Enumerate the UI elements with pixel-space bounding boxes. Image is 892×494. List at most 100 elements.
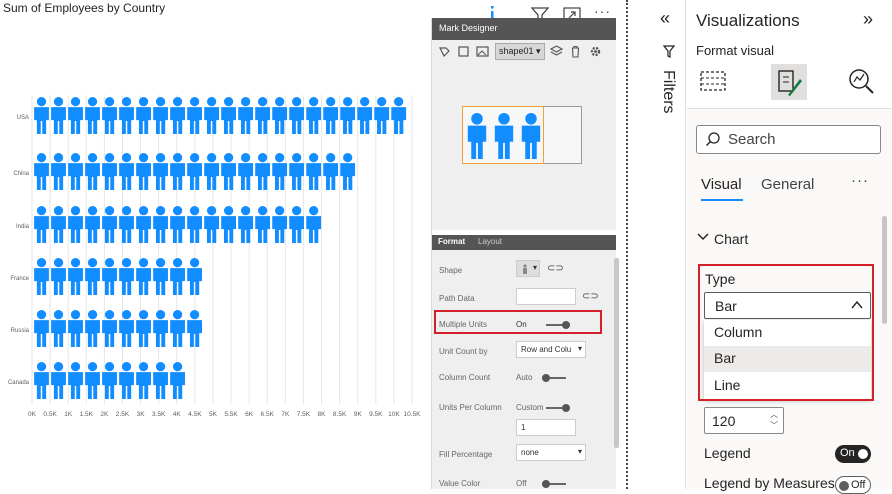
x-tick-label: 5K [209, 411, 218, 418]
preview-person [521, 113, 541, 159]
units-per-column-input[interactable]: 1 [516, 419, 576, 436]
x-tick-label: 4.5K [188, 411, 202, 418]
x-tick-label: 8.5K [333, 411, 347, 418]
column-count-label: Column Count [439, 373, 491, 382]
units-per-column-label: Units Per Column [439, 403, 502, 412]
unit-count-by-select[interactable]: Row and Colu ▾ [516, 341, 586, 358]
chevrons-right-icon[interactable]: » [863, 9, 873, 30]
mark-designer-scrollbar[interactable] [614, 258, 619, 448]
active-tab-indicator [701, 199, 743, 201]
fill-percentage-value: none [521, 448, 539, 457]
visualizations-title: Visualizations [696, 11, 800, 30]
format-properties: Shape ▾ ⊂⊃ Path Data ⊂⊃ Multiple Units O… [432, 250, 616, 489]
shape-select[interactable]: shape01 ▾ [495, 43, 545, 60]
chevron-down-icon[interactable] [697, 232, 709, 245]
legend-label: Legend [704, 445, 751, 461]
mark-designer-tabs: Format Layout [432, 235, 616, 250]
bar-usa[interactable] [34, 97, 407, 134]
x-tick-label: 1.5K [80, 411, 94, 418]
tab-format[interactable]: Format [438, 237, 465, 246]
fill-percentage-select[interactable]: none ▾ [516, 444, 586, 461]
x-tick-label: 6K [245, 411, 254, 418]
tab-visual[interactable]: Visual [701, 176, 742, 193]
bar-canada[interactable] [34, 362, 185, 399]
preview-person [467, 113, 487, 159]
shape-picker[interactable]: ▾ [516, 260, 540, 277]
multiple-units-highlight [434, 310, 602, 334]
path-link-icon[interactable]: ⊂⊃ [582, 291, 599, 302]
shape-select-value: shape01 [499, 46, 534, 56]
category-label: USA [17, 115, 29, 121]
column-count-value: Auto [516, 373, 533, 382]
format-pane-scrollbar[interactable] [882, 216, 887, 324]
preview-selection[interactable] [462, 106, 544, 164]
pictograph-chart: 0K 0.5K 1K 1.5K 2K 2.5K 3K 3.5K 4K 4.5K 5K 5.5K 6K 6.… [8, 95, 422, 418]
category-label: China [13, 171, 29, 177]
bar-russia[interactable] [34, 310, 202, 347]
x-tick-label: 9K [354, 411, 363, 418]
x-tick-label: 8K [318, 411, 327, 418]
legend-measures-toggle-text: Off [851, 479, 866, 491]
x-tick-label: 2K [100, 411, 109, 418]
number-stepper[interactable]: 120 ︿ ﹀ [704, 407, 784, 434]
report-visual[interactable]: 0K 0.5K 1K 1.5K 2K 2.5K 3K 3.5K 4K 4.5K 5K 5.5K 6K 6.… [0, 0, 626, 489]
bar-france[interactable] [34, 258, 202, 295]
x-tick-label: 10K [388, 411, 400, 418]
x-tick-label: 3K [137, 411, 146, 418]
delete-icon[interactable] [569, 45, 582, 58]
category-label: France [10, 276, 29, 282]
units-per-column-toggle[interactable] [546, 404, 570, 412]
mark-preview-area [432, 64, 616, 230]
filters-label[interactable]: Filters [659, 70, 677, 114]
chevrons-left-icon[interactable]: « [660, 8, 670, 29]
tab-layout[interactable]: Layout [478, 237, 502, 246]
x-tick-label: 9.5K [369, 411, 383, 418]
unit-count-by-value: Row and Colu [521, 345, 572, 354]
x-tick-label: 10.5K [404, 411, 422, 418]
layers-icon[interactable] [549, 45, 564, 58]
mark-designer-panel: Mark Designer shape01 ▾ Format Layout Sh… [431, 18, 619, 489]
column-count-toggle[interactable] [542, 374, 566, 382]
image-tool-icon[interactable] [476, 45, 489, 58]
more-options-icon[interactable]: ··· [594, 4, 611, 18]
type-highlight-box [698, 264, 874, 401]
search-box[interactable]: Search [696, 125, 881, 154]
visual-title: Sum of Employees by Country [3, 1, 166, 15]
x-tick-label: 4K [173, 411, 182, 418]
value-color-value: Off [516, 479, 527, 488]
shape-tool-icon[interactable] [438, 45, 451, 58]
settings-gear-icon[interactable] [589, 45, 602, 58]
path-data-input[interactable] [516, 288, 576, 305]
value-color-toggle[interactable] [542, 480, 566, 488]
build-visual-icon[interactable] [696, 64, 730, 98]
more-tabs-icon[interactable]: ··· [851, 172, 869, 189]
stepper-up-icon[interactable]: ︿ [770, 409, 778, 420]
category-label: India [16, 224, 30, 230]
x-tick-label: 3.5K [152, 411, 166, 418]
preview-person [494, 113, 514, 159]
x-tick-label: 7.5K [297, 411, 311, 418]
fill-percentage-label: Fill Percentage [439, 450, 493, 459]
unit-count-by-label: Unit Count by [439, 347, 488, 356]
mark-designer-title: Mark Designer [432, 18, 616, 40]
x-tick-label: 5.5K [224, 411, 238, 418]
frame-tool-icon[interactable] [457, 45, 470, 58]
format-paintbrush-icon[interactable] [772, 65, 806, 99]
x-tick-label: 6.5K [261, 411, 275, 418]
legend-by-measures-toggle[interactable]: Off [835, 476, 871, 494]
link-icon[interactable]: ⊂⊃ [547, 263, 564, 274]
search-placeholder: Search [728, 131, 776, 148]
chart-section-header[interactable]: Chart [714, 231, 748, 247]
stepper-down-icon[interactable]: ﹀ [770, 420, 778, 431]
x-tick-label: 7K [281, 411, 290, 418]
canvas-edge-divider [626, 0, 628, 489]
bar-india[interactable] [34, 206, 322, 243]
legend-toggle-text: On [840, 447, 855, 459]
format-visual-subtitle: Format visual [696, 43, 775, 58]
analytics-magnifier-icon[interactable] [844, 64, 878, 98]
path-data-label: Path Data [439, 294, 475, 303]
filters-pane-collapsed[interactable]: « Filters [650, 0, 686, 489]
tab-general[interactable]: General [761, 176, 814, 193]
category-label: Canada [8, 380, 30, 386]
legend-toggle[interactable]: On [835, 445, 871, 463]
